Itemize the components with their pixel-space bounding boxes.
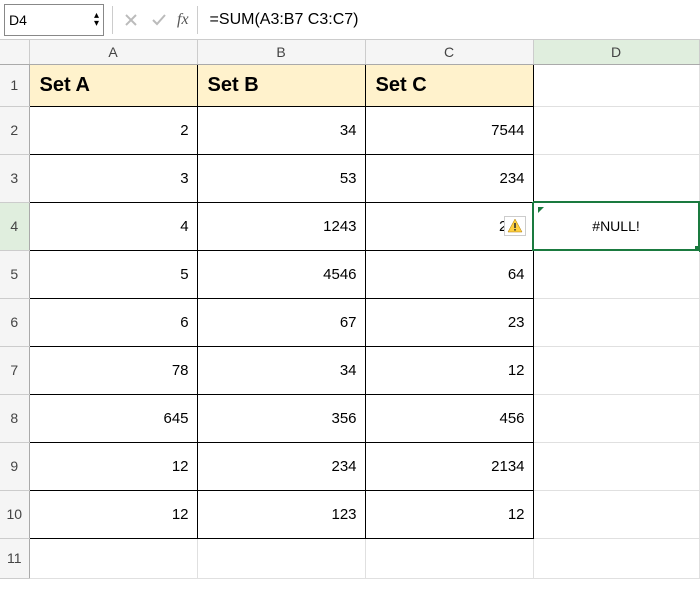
row-header-2[interactable]: 2 — [0, 106, 29, 154]
cell-B1[interactable]: Set B — [197, 64, 365, 106]
cell-B8[interactable]: 356 — [197, 394, 365, 442]
row-header-1[interactable]: 1 — [0, 64, 29, 106]
cell-C8[interactable]: 456 — [365, 394, 533, 442]
cell-C5[interactable]: 64 — [365, 250, 533, 298]
cell-B10[interactable]: 123 — [197, 490, 365, 538]
cell-B3[interactable]: 53 — [197, 154, 365, 202]
fx-label[interactable]: fx — [177, 11, 189, 29]
cell-C1[interactable]: Set C — [365, 64, 533, 106]
cell-D11[interactable] — [533, 538, 699, 578]
cell-C4[interactable]: 235 — [365, 202, 533, 250]
column-header-a[interactable]: A — [29, 40, 197, 64]
name-box-value: D4 — [9, 12, 94, 28]
column-header-d[interactable]: D — [533, 40, 699, 64]
cell-B5[interactable]: 4546 — [197, 250, 365, 298]
cell-D7[interactable] — [533, 346, 699, 394]
cell-A6[interactable]: 6 — [29, 298, 197, 346]
cell-D8[interactable] — [533, 394, 699, 442]
row-header-4[interactable]: 4 — [0, 202, 29, 250]
cell-C7[interactable]: 12 — [365, 346, 533, 394]
cell-A8[interactable]: 645 — [29, 394, 197, 442]
row-header-3[interactable]: 3 — [0, 154, 29, 202]
row-header-7[interactable]: 7 — [0, 346, 29, 394]
cell-C6[interactable]: 23 — [365, 298, 533, 346]
select-all-corner[interactable] — [0, 40, 29, 64]
column-header-b[interactable]: B — [197, 40, 365, 64]
name-box[interactable]: D4 ▴ ▾ — [4, 4, 104, 36]
cell-A11[interactable] — [29, 538, 197, 578]
name-box-stepper[interactable]: ▴ ▾ — [94, 12, 99, 28]
cell-C3[interactable]: 234 — [365, 154, 533, 202]
warning-icon[interactable] — [504, 216, 526, 236]
formula-input[interactable] — [206, 7, 696, 33]
row-header-9[interactable]: 9 — [0, 442, 29, 490]
cell-D4[interactable]: #NULL! — [533, 202, 699, 250]
cell-A7[interactable]: 78 — [29, 346, 197, 394]
cell-A10[interactable]: 12 — [29, 490, 197, 538]
cell-D10[interactable] — [533, 490, 699, 538]
divider — [197, 6, 198, 34]
cell-B9[interactable]: 234 — [197, 442, 365, 490]
cancel-icon[interactable] — [121, 10, 141, 30]
row-header-8[interactable]: 8 — [0, 394, 29, 442]
cell-B6[interactable]: 67 — [197, 298, 365, 346]
cell-D9[interactable] — [533, 442, 699, 490]
cell-A1[interactable]: Set A — [29, 64, 197, 106]
cell-A4[interactable]: 4 — [29, 202, 197, 250]
stepper-down-icon[interactable]: ▾ — [94, 20, 99, 28]
cell-D6[interactable] — [533, 298, 699, 346]
cell-A3[interactable]: 3 — [29, 154, 197, 202]
cell-B2[interactable]: 34 — [197, 106, 365, 154]
row-header-11[interactable]: 11 — [0, 538, 29, 578]
cell-C11[interactable] — [365, 538, 533, 578]
cell-C10[interactable]: 12 — [365, 490, 533, 538]
divider — [112, 6, 113, 34]
column-header-c[interactable]: C — [365, 40, 533, 64]
formula-bar: D4 ▴ ▾ fx — [0, 0, 700, 40]
cell-A5[interactable]: 5 — [29, 250, 197, 298]
cell-D2[interactable] — [533, 106, 699, 154]
cell-D5[interactable] — [533, 250, 699, 298]
cell-D3[interactable] — [533, 154, 699, 202]
cell-B7[interactable]: 34 — [197, 346, 365, 394]
cell-D1[interactable] — [533, 64, 699, 106]
cell-C9[interactable]: 2134 — [365, 442, 533, 490]
cell-A9[interactable]: 12 — [29, 442, 197, 490]
row-header-5[interactable]: 5 — [0, 250, 29, 298]
row-header-6[interactable]: 6 — [0, 298, 29, 346]
cell-B11[interactable] — [197, 538, 365, 578]
spreadsheet-grid: ABCD1Set ASet BSet C22347544335323444124… — [0, 40, 700, 579]
row-header-10[interactable]: 10 — [0, 490, 29, 538]
cell-B4[interactable]: 1243 — [197, 202, 365, 250]
cell-A2[interactable]: 2 — [29, 106, 197, 154]
confirm-icon[interactable] — [149, 10, 169, 30]
cell-C2[interactable]: 7544 — [365, 106, 533, 154]
